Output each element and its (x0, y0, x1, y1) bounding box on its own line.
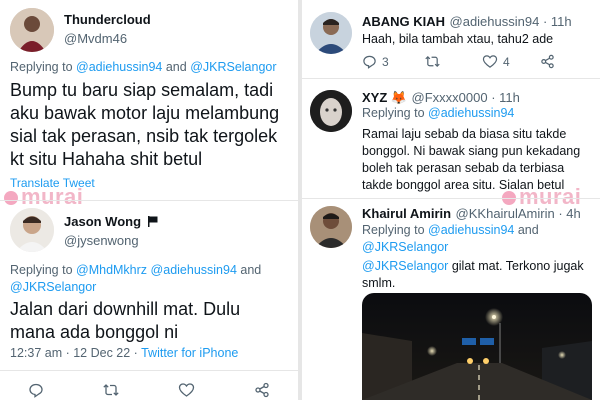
tweet-header: Khairul Amirin @KKhairulAmirin · 4h (362, 205, 581, 223)
reply-button[interactable] (28, 382, 44, 398)
black-flag-icon (147, 215, 158, 230)
source-link[interactable]: Twitter for iPhone (141, 346, 238, 360)
divider (0, 200, 298, 201)
tweet-text: Haah, bila tambah xtau, tahu2 ade (362, 32, 554, 46)
reply-button[interactable]: 3 (362, 54, 389, 69)
author-name[interactable]: ABANG KIAH (362, 14, 445, 29)
tweet-media-image[interactable] (362, 293, 592, 400)
like-button[interactable]: 4 (482, 54, 510, 69)
author-name[interactable]: Jason Wong (64, 214, 158, 230)
divider (302, 78, 600, 79)
replying-to: Replying to @MhdMkhrz @adiehussin94 and … (10, 263, 262, 294)
like-count: 4 (503, 54, 510, 69)
author-handle[interactable]: @jysenwong (64, 233, 139, 248)
mention-link[interactable]: @JKRSelangor (190, 60, 276, 74)
mention-link[interactable]: @adiehussin94 (428, 106, 514, 120)
replying-to: Replying to @adiehussin94 and @JKRSelang… (362, 223, 539, 254)
mention-link[interactable]: @JKRSelangor (10, 280, 96, 294)
avatar[interactable] (310, 90, 352, 132)
author-handle[interactable]: @Mvdm46 (64, 31, 127, 46)
like-button[interactable] (178, 382, 195, 398)
divider (0, 370, 298, 371)
right-screenshot-panel: ABANG KIAH @adiehussin94 · 11h Haah, bil… (302, 0, 600, 400)
author-handle[interactable]: @KKhairulAmirin · 4h (456, 206, 581, 221)
mention-link[interactable]: @JKRSelangor (362, 259, 448, 273)
author-handle[interactable]: @adiehussin94 · 11h (450, 14, 572, 29)
author-handle[interactable]: @Fxxxx0000 · 11h (412, 90, 520, 105)
share-button[interactable] (254, 382, 270, 398)
tweet-text: Bump tu baru siap semalam, tadi aku bawa… (10, 80, 280, 169)
mention-link[interactable]: @adiehussin94 (151, 263, 237, 277)
avatar[interactable] (10, 208, 54, 252)
retweet-icon (425, 55, 440, 68)
author-name[interactable]: Khairul Amirin (362, 206, 451, 221)
left-screenshot-panel: Thundercloud @Mvdm46 Replying to @adiehu… (0, 0, 298, 400)
author-name[interactable]: Thundercloud (64, 12, 151, 27)
mention-link[interactable]: @adiehussin94 (428, 223, 514, 237)
avatar[interactable] (10, 8, 54, 52)
tweet-text: @JKRSelangor gilat mat. Terkono jugak sm… (362, 259, 584, 290)
replying-to: Replying to @adiehussin94 and @JKRSelang… (10, 60, 277, 74)
tweet-header: ABANG KIAH @adiehussin94 · 11h (362, 13, 572, 31)
divider (302, 198, 600, 199)
avatar[interactable] (310, 12, 352, 54)
mention-link[interactable]: @JKRSelangor (362, 240, 448, 254)
tweet-timestamp: 12:37 am · 12 Dec 22 · Twitter for iPhon… (10, 346, 239, 360)
reply-icon (29, 383, 43, 398)
avatar[interactable] (310, 206, 352, 248)
replying-to: Replying to @adiehussin94 (362, 106, 515, 120)
retweet-icon (103, 384, 119, 396)
watermark: murai (4, 184, 83, 210)
tweet-text: Jalan dari downhill mat. Dulu mana ada b… (10, 299, 241, 342)
reply-count: 3 (382, 54, 389, 69)
tweet-header: XYZ 🦊 @Fxxxx0000 · 11h (362, 89, 520, 107)
mention-link[interactable]: @MhdMkhrz (76, 263, 147, 277)
share-icon (255, 382, 269, 398)
heart-icon (178, 383, 195, 397)
reply-icon (363, 55, 376, 69)
heart-icon (482, 55, 498, 68)
author-name[interactable]: XYZ 🦊 (362, 90, 407, 105)
share-button[interactable] (540, 54, 555, 69)
retweet-button[interactable] (102, 382, 120, 398)
retweet-button[interactable] (424, 54, 441, 69)
mention-link[interactable]: @adiehussin94 (76, 60, 162, 74)
share-icon (541, 54, 554, 69)
